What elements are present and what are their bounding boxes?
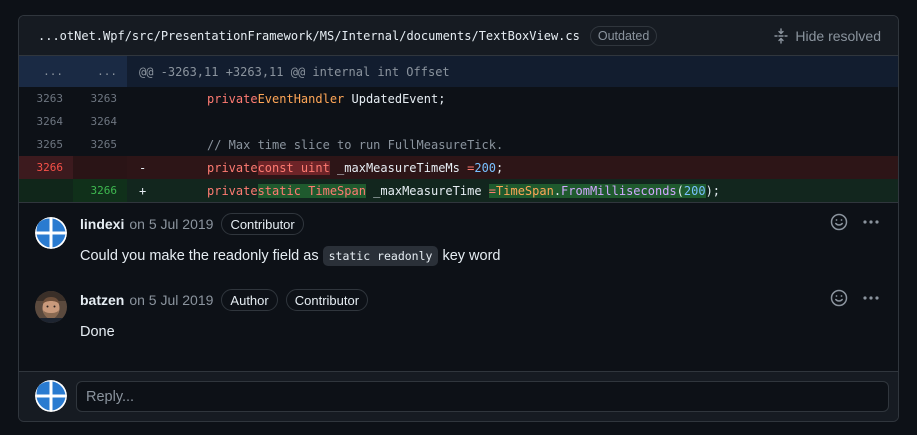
- reply-bar: [19, 371, 898, 421]
- code-text: _maxMeasureTime: [365, 183, 489, 198]
- kebab-horizontal-icon[interactable]: [862, 213, 880, 236]
- outdated-badge: Outdated: [589, 25, 658, 46]
- comment-timestamp[interactable]: on 5 Jul 2019: [129, 216, 213, 232]
- number-token: 200: [683, 183, 706, 198]
- deletion-marker: -: [139, 160, 147, 175]
- old-line-number[interactable]: 3266: [19, 156, 73, 179]
- comment-text: key word: [442, 248, 501, 264]
- keyword-token: private: [207, 160, 258, 175]
- code-line: private EventHandler UpdatedEvent;: [127, 87, 898, 110]
- reply-input[interactable]: [76, 381, 889, 412]
- hunk-expand-left[interactable]: ...: [19, 56, 73, 87]
- type-token: TimeSpan: [496, 183, 554, 198]
- comment-text: Done: [80, 324, 115, 340]
- new-line-number[interactable]: 3263: [73, 87, 127, 110]
- diff-line: 3263 3263 private EventHandler UpdatedEv…: [19, 87, 898, 110]
- operator-token: =: [467, 160, 475, 175]
- diff-line-deleted: 3266 - private const uint _maxMeasureTime…: [19, 156, 898, 179]
- new-line-number[interactable]: 3264: [73, 110, 127, 133]
- code-text: .: [553, 183, 562, 198]
- old-line-number[interactable]: 3264: [19, 110, 73, 133]
- keyword-token: private: [207, 91, 258, 106]
- smiley-icon[interactable]: [830, 213, 848, 236]
- changed-token: static TimeSpan: [257, 183, 366, 198]
- comment-body: Could you make the readonly field as sta…: [80, 245, 500, 267]
- comment-header: batzen on 5 Jul 2019 Author Contributor: [80, 288, 369, 312]
- review-comment: lindexi on 5 Jul 2019 Contributor Could …: [19, 203, 898, 295]
- file-header: ...otNet.Wpf/src/PresentationFramework/M…: [19, 16, 898, 56]
- comment-text: Could you make the readonly field as: [80, 248, 319, 264]
- keyword-token: private: [207, 183, 258, 198]
- number-token: 200: [474, 160, 497, 175]
- comment-timestamp[interactable]: on 5 Jul 2019: [129, 292, 213, 308]
- hunk-header: ... ... @@ -3263,11 +3263,11 @@ internal…: [19, 56, 898, 87]
- inline-code: static readonly: [322, 246, 439, 266]
- fold-icon: [773, 27, 789, 44]
- comment-actions: [830, 213, 880, 236]
- operator-token: =: [488, 183, 497, 198]
- contributor-badge: Contributor: [285, 289, 369, 311]
- code-text: (: [676, 183, 684, 198]
- file-path[interactable]: ...otNet.Wpf/src/PresentationFramework/M…: [38, 29, 580, 43]
- code-line: // Max time slice to run FullMeasureTick…: [127, 133, 898, 156]
- new-line-number: [73, 156, 127, 179]
- hide-resolved-button[interactable]: Hide resolved: [773, 28, 881, 44]
- new-line-number[interactable]: 3266: [73, 179, 127, 202]
- comment-body: Done: [80, 321, 115, 343]
- addition-marker: +: [139, 183, 147, 198]
- old-line-number[interactable]: 3263: [19, 87, 73, 110]
- code-line: - private const uint _maxMeasureTimeMs = …: [127, 156, 898, 179]
- author-badge: Author: [221, 289, 278, 311]
- comment-author[interactable]: lindexi: [80, 216, 124, 232]
- old-line-number: [19, 179, 73, 202]
- avatar[interactable]: [35, 291, 67, 323]
- diff-line-added: 3266 + private static TimeSpan _maxMeasur…: [19, 179, 898, 202]
- new-line-number[interactable]: 3265: [73, 133, 127, 156]
- hunk-expand-right[interactable]: ...: [73, 56, 127, 87]
- comment-list: lindexi on 5 Jul 2019 Contributor Could …: [19, 202, 898, 371]
- code-text: _maxMeasureTimeMs: [329, 160, 468, 175]
- diff-view: ... ... @@ -3263,11 +3263,11 @@ internal…: [19, 56, 898, 202]
- function-token: FromMilliseconds: [561, 183, 677, 198]
- smiley-icon[interactable]: [830, 289, 848, 312]
- diff-line: 3265 3265 // Max time slice to run FullM…: [19, 133, 898, 156]
- review-comment: batzen on 5 Jul 2019 Author Contributor: [19, 289, 898, 371]
- type-token: EventHandler: [257, 91, 345, 106]
- code-text: ;: [496, 160, 504, 175]
- avatar: [35, 380, 67, 412]
- comment-token: // Max time slice to run FullMeasureTick…: [207, 137, 504, 152]
- comment-header: lindexi on 5 Jul 2019 Contributor: [80, 212, 304, 236]
- hide-resolved-label: Hide resolved: [795, 27, 881, 44]
- review-thread-panel: ...otNet.Wpf/src/PresentationFramework/M…: [18, 15, 899, 422]
- old-line-number[interactable]: 3265: [19, 133, 73, 156]
- contributor-badge: Contributor: [221, 213, 304, 235]
- code-text: UpdatedEvent;: [344, 91, 446, 106]
- comment-actions: [830, 289, 880, 312]
- hunk-text: @@ -3263,11 +3263,11 @@ internal int Off…: [139, 64, 450, 79]
- changed-keyword: static TimeSpan: [257, 183, 366, 198]
- comment-author[interactable]: batzen: [80, 292, 124, 308]
- diff-line: 3264 3264: [19, 110, 898, 133]
- kebab-horizontal-icon[interactable]: [862, 289, 880, 312]
- changed-call: TimeSpan.FromMilliseconds(200: [496, 183, 706, 198]
- changed-token: const uint: [257, 160, 330, 175]
- avatar[interactable]: [35, 217, 67, 249]
- code-line: + private static TimeSpan _maxMeasureTime…: [127, 179, 898, 202]
- code-text: );: [705, 183, 721, 198]
